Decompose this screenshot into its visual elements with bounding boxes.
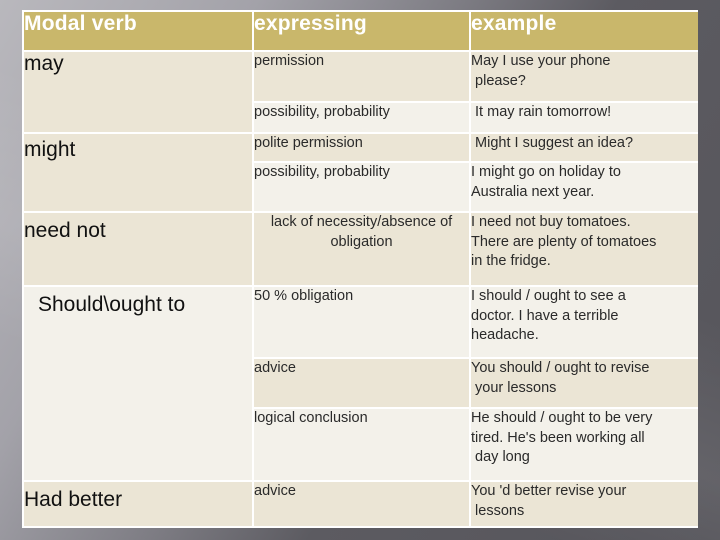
expressing-cell: advice xyxy=(254,359,469,407)
table-header-row: Modal verb expressing example xyxy=(24,12,698,50)
table-row: may permission May I use your phone plea… xyxy=(24,52,698,132)
header-example: example xyxy=(471,12,698,50)
example-cell: May I use your phone please? xyxy=(471,52,698,101)
expressing-cell: advice xyxy=(254,482,469,526)
example-cell: He should / ought to be very tired. He's… xyxy=(471,409,698,480)
modal-verb-cell: need not xyxy=(24,213,252,285)
expressing-cell: logical conclusion xyxy=(254,409,469,480)
table-row: might polite permission Might I suggest … xyxy=(24,134,698,211)
expressing-cell: 50 % obligation xyxy=(254,287,469,357)
expressing-cell: permission xyxy=(254,52,469,101)
example-cell: You 'd better revise your lessons xyxy=(471,482,698,526)
header-modal-verb: Modal verb xyxy=(24,12,252,50)
table-row: need not lack of necessity/absence of ob… xyxy=(24,213,698,285)
modal-verb-cell: may xyxy=(24,52,252,132)
modal-verbs-table: Modal verb expressing example may permis… xyxy=(22,10,700,528)
expressing-cell: possibility, probability xyxy=(254,163,469,211)
modal-verbs-table-container: Modal verb expressing example may permis… xyxy=(22,10,698,528)
expressing-cell: possibility, probability xyxy=(254,103,469,132)
modal-verb-cell: Had better xyxy=(24,482,252,526)
modal-verb-cell: might xyxy=(24,134,252,211)
expressing-cell: polite permission xyxy=(254,134,469,161)
table-row: Had better advice You 'd better revise y… xyxy=(24,482,698,526)
example-cell: It may rain tomorrow! xyxy=(471,103,698,132)
table-row: Should\ought to 50 % obligation I should… xyxy=(24,287,698,480)
expressing-cell: lack of necessity/absence of obligation xyxy=(254,213,469,285)
example-cell: I might go on holiday to Australia next … xyxy=(471,163,698,211)
example-cell: I should / ought to see a doctor. I have… xyxy=(471,287,698,357)
example-cell: I need not buy tomatoes. There are plent… xyxy=(471,213,698,285)
header-expressing: expressing xyxy=(254,12,469,50)
example-cell: Might I suggest an idea? xyxy=(471,134,698,161)
example-cell: You should / ought to revise your lesson… xyxy=(471,359,698,407)
modal-verb-cell: Should\ought to xyxy=(24,287,252,480)
